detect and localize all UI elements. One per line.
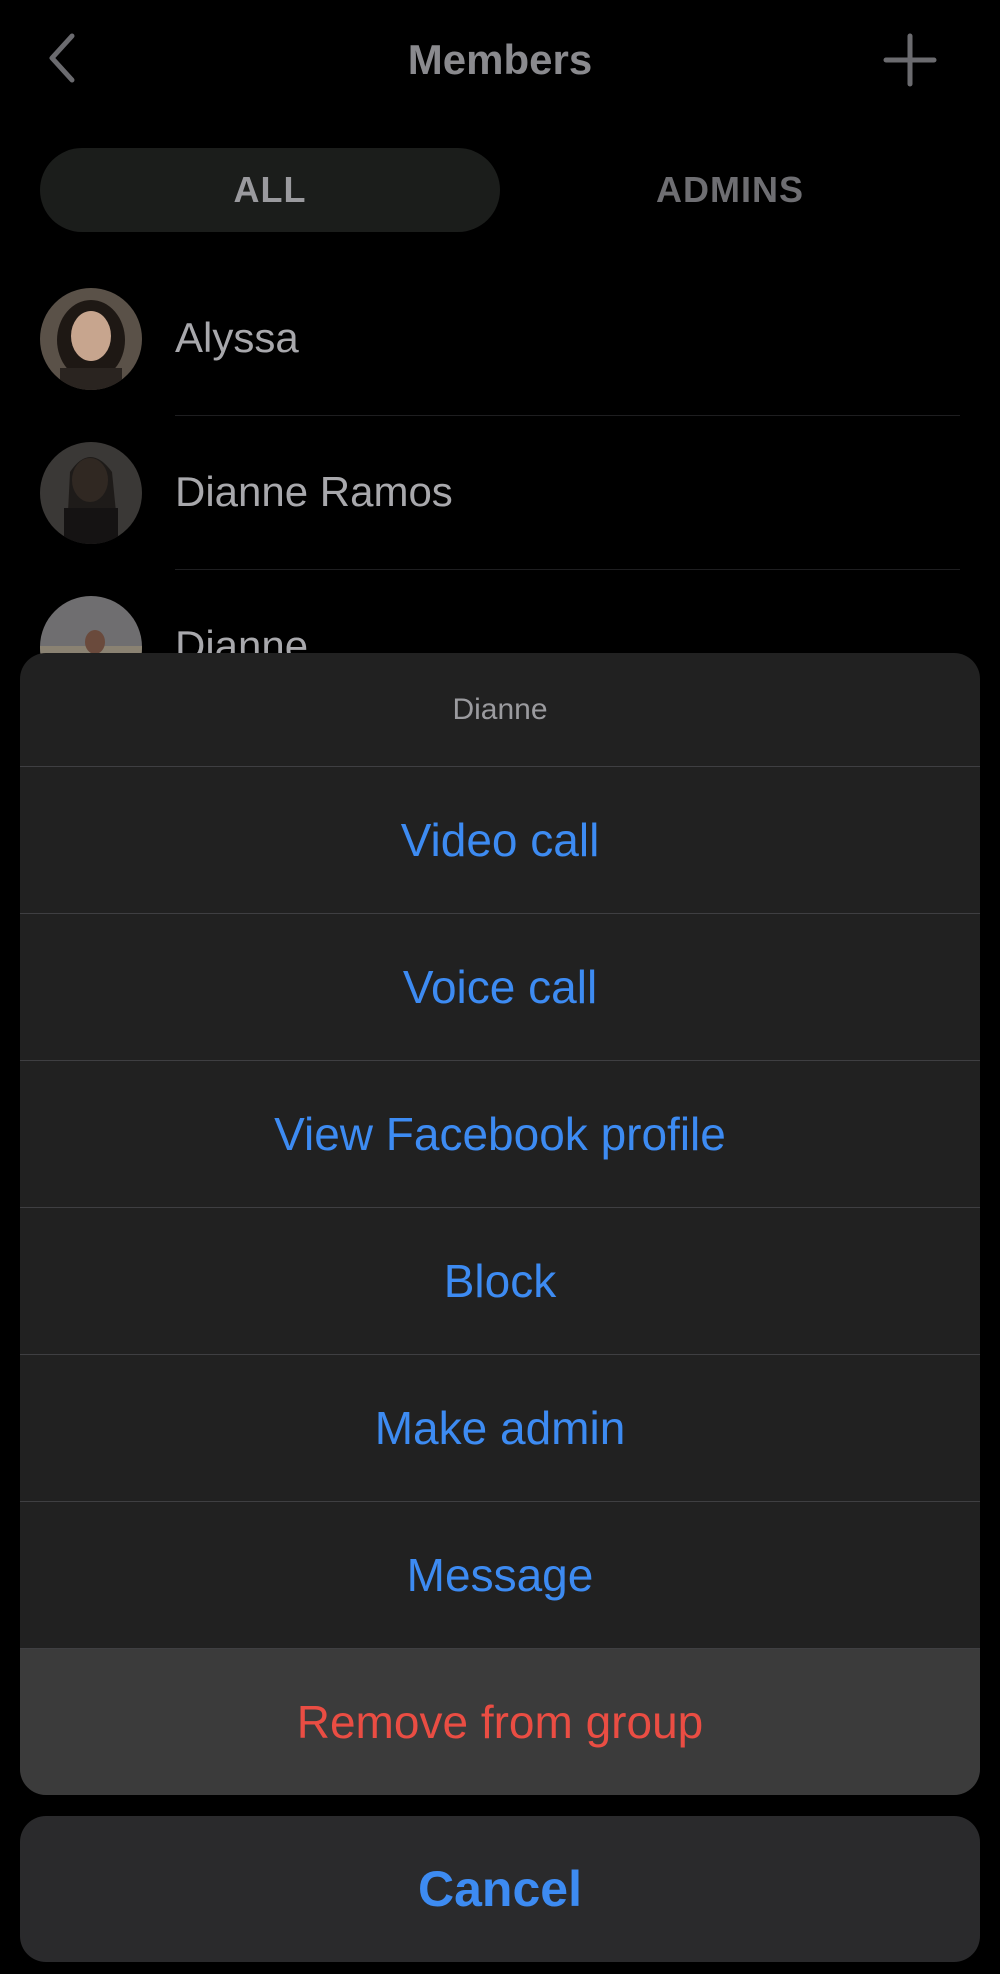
member-name: Alyssa: [175, 314, 299, 361]
member-name: Dianne Ramos: [175, 468, 453, 515]
make-admin-button[interactable]: Make admin: [20, 1355, 980, 1502]
action-sheet: Dianne Video call Voice call View Facebo…: [20, 653, 980, 1795]
tab-all[interactable]: ALL: [40, 148, 500, 232]
message-button[interactable]: Message: [20, 1502, 980, 1649]
member-row[interactable]: Alyssa: [0, 262, 1000, 416]
voice-call-button[interactable]: Voice call: [20, 914, 980, 1061]
tab-admins[interactable]: ADMINS: [500, 148, 960, 232]
add-member-button[interactable]: [880, 30, 940, 90]
plus-icon: [883, 33, 937, 87]
nav-bar: Members: [0, 0, 1000, 120]
page-title: Members: [407, 36, 593, 83]
cancel-button[interactable]: Cancel: [20, 1816, 980, 1962]
view-facebook-profile-button[interactable]: View Facebook profile: [20, 1061, 980, 1208]
member-row[interactable]: Dianne Ramos: [0, 416, 1000, 570]
remove-from-group-button[interactable]: Remove from group: [20, 1649, 980, 1795]
avatar: [40, 442, 142, 544]
block-button[interactable]: Block: [20, 1208, 980, 1355]
video-call-button[interactable]: Video call: [20, 767, 980, 914]
avatar: [40, 288, 142, 390]
action-sheet-title: Dianne: [20, 653, 980, 767]
segmented-tabs: ALL ADMINS: [40, 148, 960, 232]
